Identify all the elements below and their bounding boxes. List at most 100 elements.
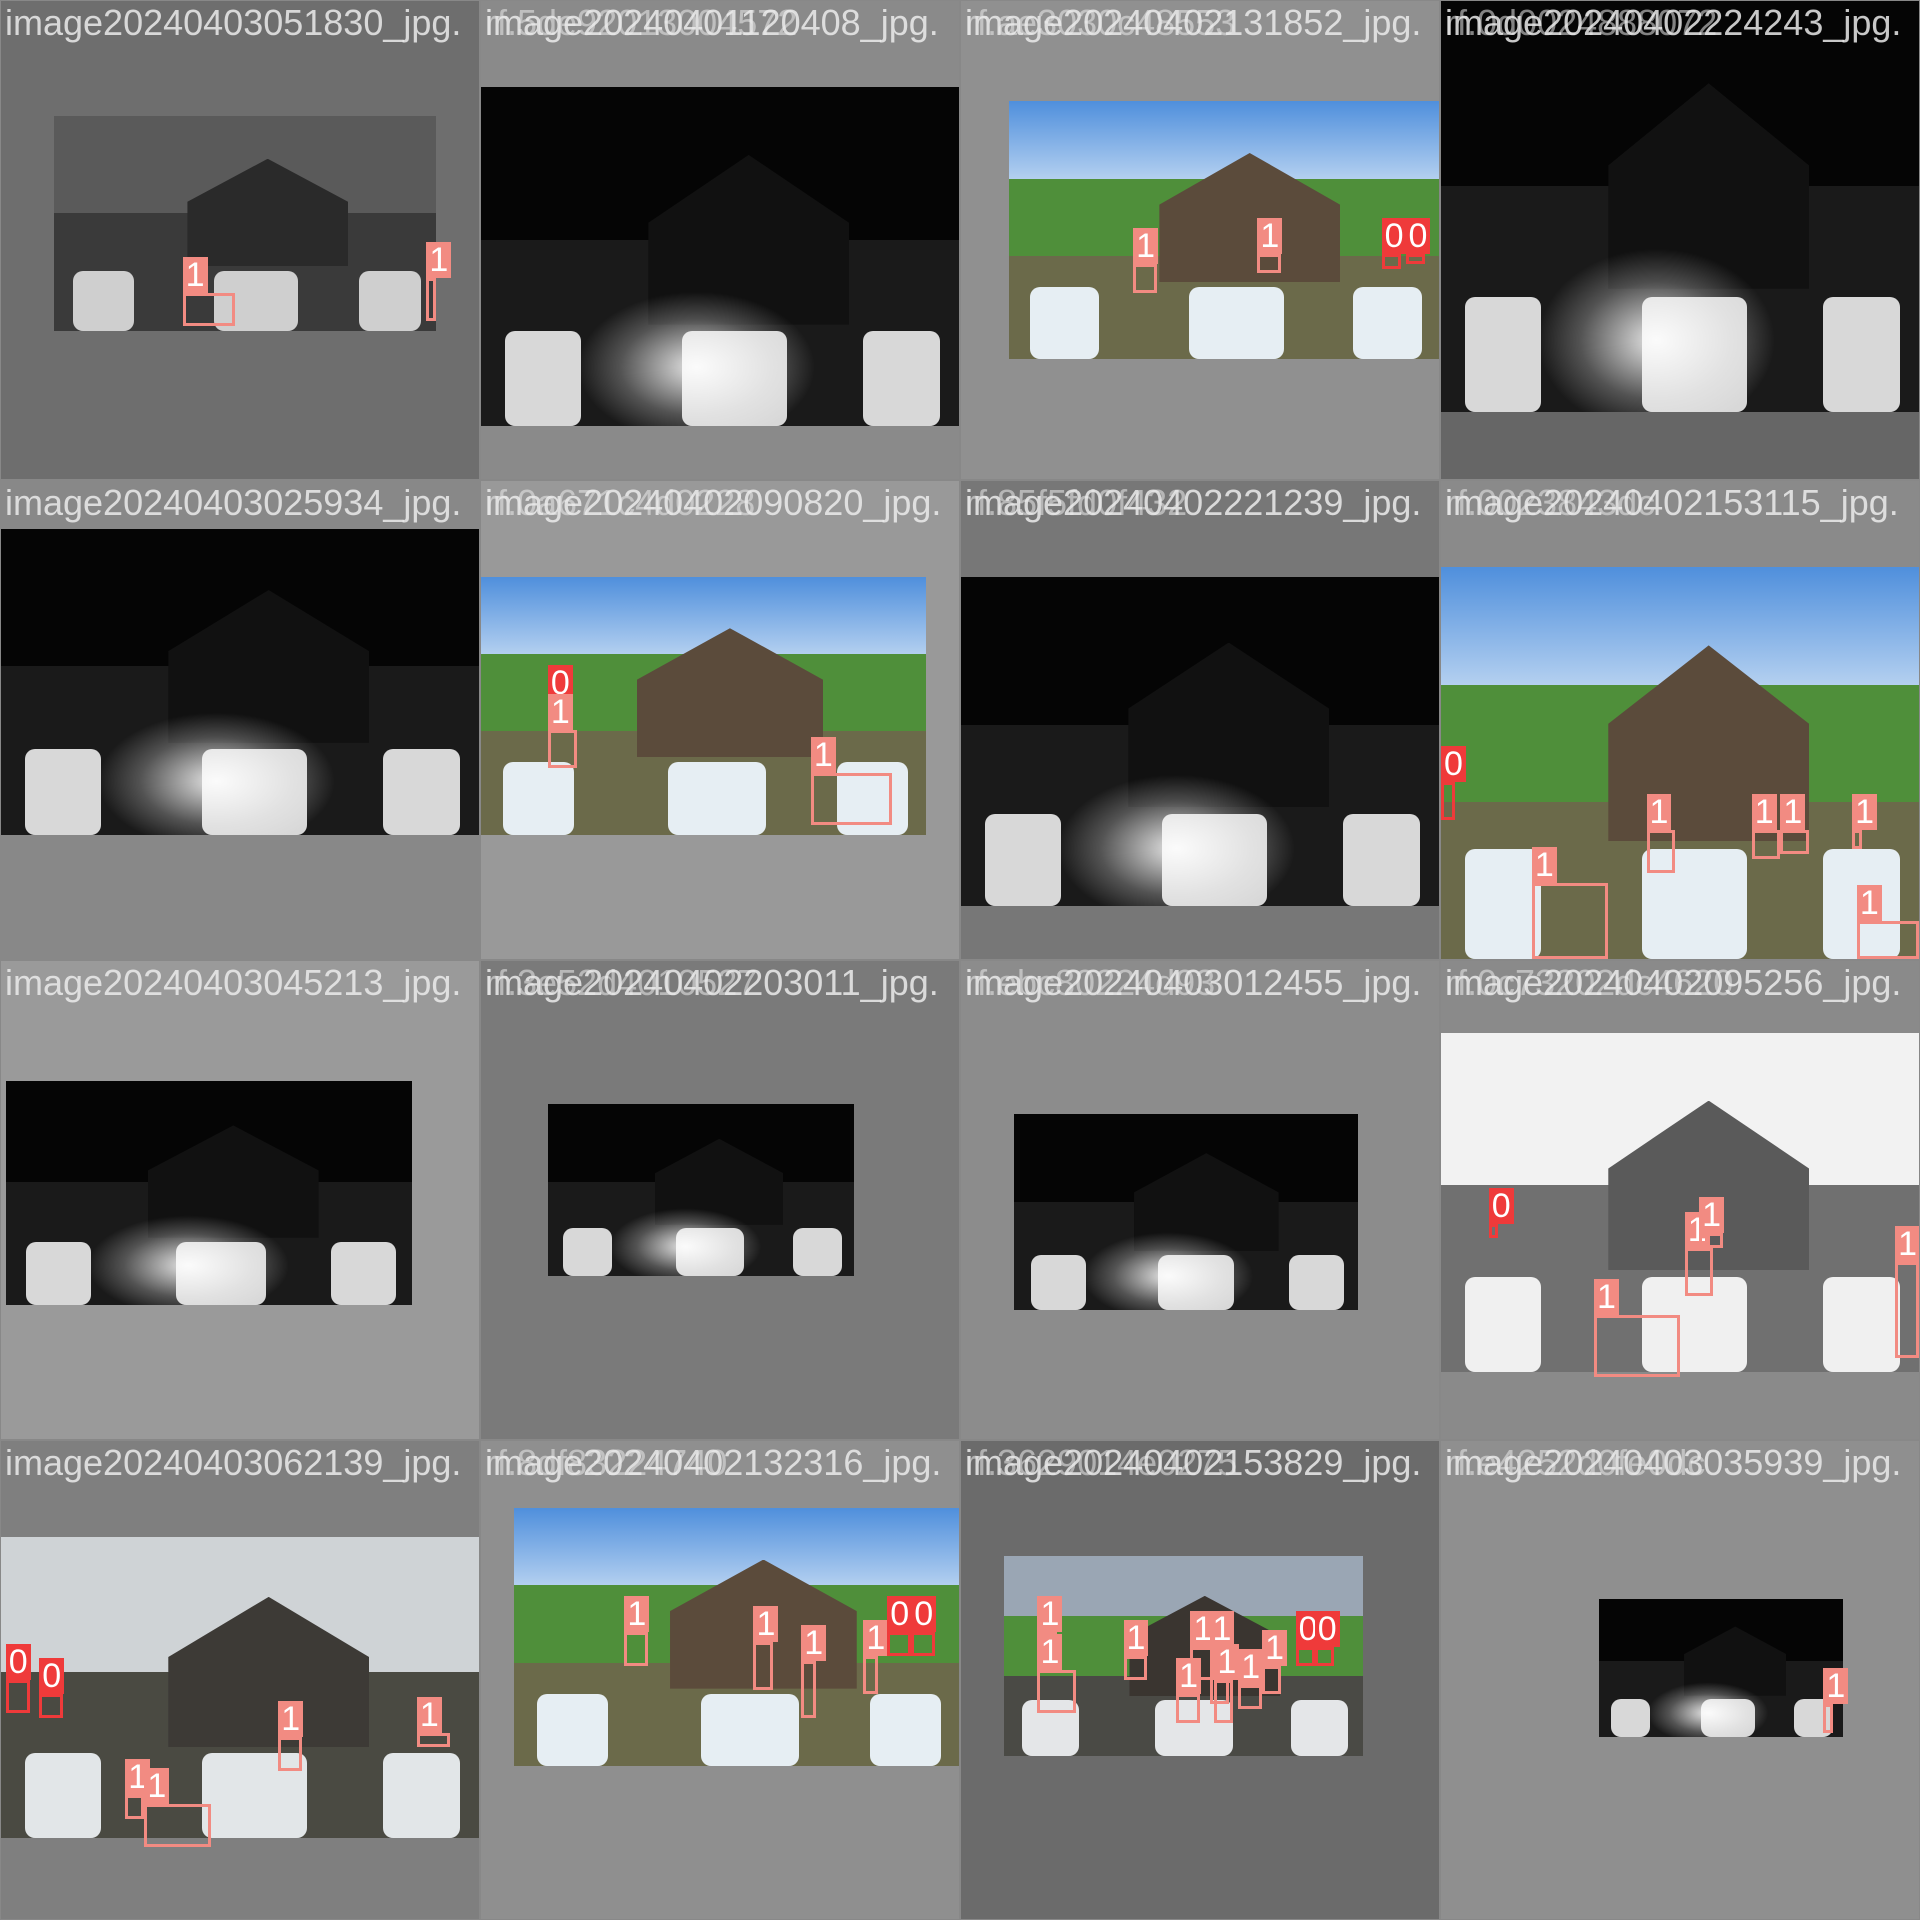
detection-class-label: 0: [1314, 1610, 1340, 1647]
mosaic-tile: 0 1 1 image20240402090820_jpg. rf.0a671c4d02…: [481, 481, 959, 959]
tile-filename-overlay: rf.0c73202dc4620: [1445, 962, 1734, 1003]
detection-box: [1037, 1670, 1076, 1714]
hay-bale: [504, 331, 582, 427]
detection-class-label: 1: [278, 1701, 304, 1738]
detection-box: [1852, 829, 1862, 850]
detection-box: [1856, 920, 1919, 959]
detection-class-label: 0: [39, 1658, 65, 1695]
detection-box: [416, 1732, 451, 1747]
camera-frame: [1, 1536, 479, 1838]
detection-class-label: 1: [624, 1596, 650, 1633]
tile-filename-overlay: rf.0023843dc: [1445, 482, 1656, 523]
camera-frame: [1, 528, 479, 835]
hay-bale: [359, 270, 421, 331]
tile-filename-overlay: rf.0a671c4d0228: [485, 482, 756, 523]
detection-class-label: 1: [1257, 218, 1283, 255]
tile-filename: image20240402221239_jpg.: [965, 482, 1422, 523]
mosaic-tile: image20240403012455_jpg. rf.ebc80224d93: [961, 961, 1439, 1439]
detection-box: [1646, 829, 1676, 873]
detection-class-label: 1: [1852, 793, 1877, 830]
tile-filename: image20240403012455_jpg.: [965, 962, 1422, 1003]
mosaic-tile: image20240401120408_jpg. rf.5de9201300457…: [481, 1, 959, 479]
hay-bale: [1030, 287, 1100, 360]
detection-class-label: 1: [863, 1620, 889, 1657]
detection-box: [1295, 1646, 1315, 1666]
detection-box: [1176, 1694, 1200, 1723]
detection-class-label: 1: [1751, 793, 1777, 830]
tile-filename: image20240402132316_jpg.: [485, 1442, 942, 1483]
tile-filename-overlay: rf.85f5fd0f432: [965, 482, 1188, 523]
tile-filename-overlay: rf.e4252d0fe0dc: [1445, 1442, 1706, 1483]
camera-frame: [1441, 1, 1919, 413]
tile-filename-overlay: rf.5de92013004572: [485, 2, 798, 43]
mosaic-tile: image20240403025934_jpg.: [1, 481, 479, 959]
camera-frame: [53, 115, 436, 331]
detection-box: [887, 1632, 912, 1657]
detection-box: [1780, 829, 1810, 854]
detection-class-label: 0: [911, 1596, 937, 1633]
hay-bale: [1189, 287, 1285, 360]
detection-box: [547, 729, 577, 768]
detection-box: [1751, 829, 1781, 859]
hay-bale: [1610, 1698, 1650, 1738]
detection-box: [182, 292, 236, 327]
hay-bale: [984, 814, 1062, 907]
tile-filename: image20240402153829_jpg.: [965, 1442, 1422, 1483]
hay-bale: [1290, 1700, 1349, 1757]
detection-box: [1895, 1262, 1919, 1358]
detection-box: [1257, 254, 1282, 274]
detection-box: [1488, 1223, 1499, 1239]
hay-bale: [1464, 296, 1542, 413]
detection-box: [1441, 782, 1456, 821]
mosaic-tile: 0 1 1 1 1 image20240402095256_jpg. rf.0c73202d…: [1441, 961, 1919, 1439]
hay-bale: [1030, 1255, 1086, 1310]
tile-filename: image20240403035939_jpg.: [1445, 1442, 1902, 1483]
camera-frame: [481, 87, 959, 427]
tile-filename: image20240403062139_jpg.: [5, 1442, 462, 1483]
detection-box: [801, 1660, 816, 1719]
detection-box: [1262, 1665, 1282, 1695]
tile-filename: image20240403045213_jpg.: [5, 962, 462, 1003]
detection-class-label: 1: [1823, 1667, 1849, 1704]
detection-class-label: 1: [1531, 846, 1557, 883]
camera-frame: [1598, 1598, 1843, 1738]
tile-filename-overlay: rf.3629014e0275: [965, 1442, 1238, 1483]
hay-bale: [1343, 814, 1420, 907]
detection-box: [810, 772, 893, 826]
camera-frame: [1008, 101, 1439, 360]
hay-bale: [383, 749, 460, 835]
detection-class-label: 1: [1262, 1629, 1288, 1666]
detection-box: [1214, 1680, 1234, 1724]
tile-filename: image20240402090820_jpg.: [485, 482, 942, 523]
detection-box: [278, 1737, 303, 1771]
detection-class-label: 1: [182, 256, 208, 293]
detection-class-label: 0: [1381, 218, 1407, 255]
detection-class-label: 1: [1123, 1620, 1149, 1657]
hay-bale: [667, 762, 766, 835]
hay-bale: [1288, 1255, 1344, 1310]
camera-frame: [547, 1104, 854, 1277]
hay-bale: [701, 1693, 799, 1767]
detection-class-label: 1: [1593, 1278, 1619, 1315]
detection-class-label: 1: [547, 693, 573, 730]
mosaic-tile: 1 image20240403035939_jpg. rf.e4252d0fe0dc: [1441, 1441, 1919, 1919]
detection-class-label: 1: [1699, 1197, 1725, 1234]
hay-bale: [536, 1693, 608, 1767]
detection-box: [125, 1794, 145, 1819]
hay-bale: [383, 1753, 460, 1838]
mosaic-tile: 1 1 1 1 1 1 1 1 1 0 0 image20240402153829_jpg. rf.36…: [961, 1441, 1439, 1919]
detection-box: [1593, 1314, 1680, 1377]
detection-class-label: 0: [1488, 1187, 1514, 1224]
detection-box: [1699, 1233, 1723, 1248]
tile-filename: image20240402153115_jpg.: [1445, 482, 1899, 523]
detection-box: [1684, 1247, 1714, 1296]
camera-frame: [5, 1080, 413, 1306]
tile-filename: image20240402203011_jpg.: [485, 962, 939, 1003]
tile-filename: image20240401120408_jpg.: [485, 2, 939, 43]
detection-box: [144, 1804, 212, 1848]
detection-box: [911, 1632, 936, 1657]
hay-bale: [24, 1753, 102, 1838]
hay-bale: [72, 270, 134, 331]
detection-class-label: 1: [1176, 1658, 1202, 1695]
hay-bale: [503, 762, 575, 835]
